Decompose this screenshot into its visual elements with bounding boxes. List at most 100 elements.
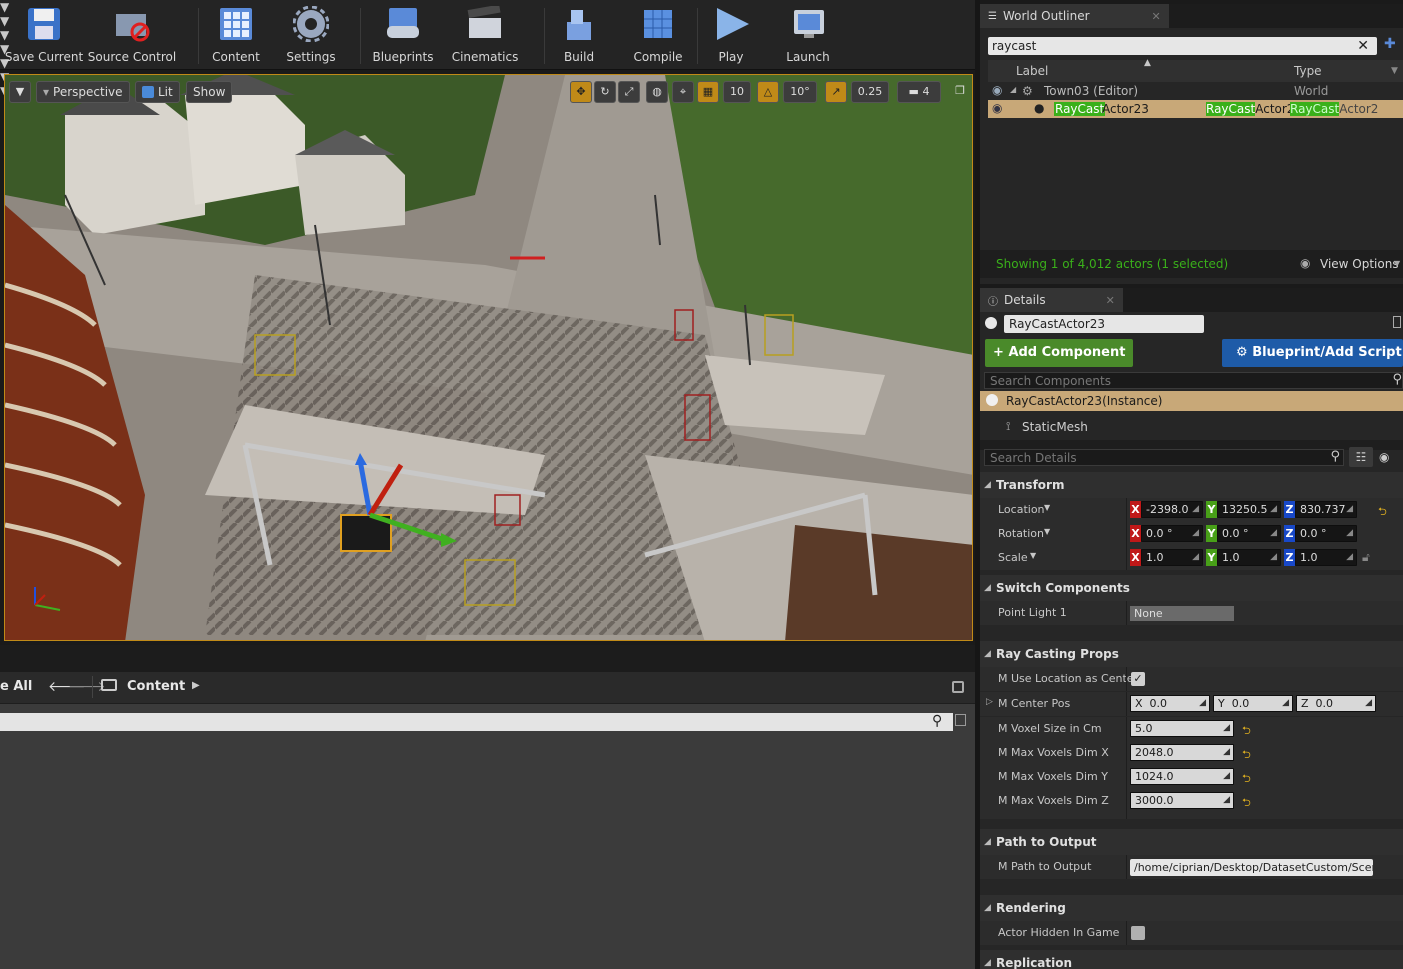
compile-cube-icon [640,6,676,42]
outliner-search-input[interactable]: raycast ✕ [988,37,1377,55]
actor-name-field[interactable]: RayCastActor23 [1004,315,1204,333]
cinematics-button[interactable]: Cinematics [452,4,518,66]
save-search-icon[interactable] [955,714,966,726]
max-voxels-z-field[interactable]: 3000.0 ◢ [1130,792,1234,809]
rotation-x-field[interactable]: 0.0 ° ◢ [1141,525,1203,542]
path-chevron-icon[interactable]: ▶ [192,680,200,691]
location-z-field[interactable]: 830.737 ◢ [1295,501,1357,518]
level-viewport[interactable]: ▼ ▾ Perspective Lit Show ✥ ↻ ⤢ ◍ ⌖ ▦ 10 … [4,74,973,641]
close-icon[interactable]: ✕ [1106,294,1115,307]
actor-hidden-checkbox[interactable] [1131,926,1145,940]
rotate-mode-button[interactable]: ↻ [594,81,616,103]
reset-to-default-icon[interactable]: ⮌ [1242,746,1251,765]
max-voxels-x-field[interactable]: 2048.0 ◢ [1130,744,1234,761]
lit-button[interactable]: Lit [135,81,180,103]
component-instance-row[interactable]: RayCastActor23(Instance) [980,391,1403,411]
grid-snap-toggle[interactable]: ▦ [697,81,719,103]
rotation-z-field[interactable]: 0.0 ° ◢ [1295,525,1357,542]
search-components-input[interactable]: Search Components ⚲ [984,372,1403,389]
eye-icon[interactable]: ◉ [992,101,1002,115]
translate-mode-button[interactable]: ✥ [570,81,592,103]
section-transform[interactable]: ◢ Transform [980,472,1403,498]
forward-arrow-icon[interactable]: 🡒 [68,678,106,695]
save-current-button[interactable]: Save Current [5,6,83,66]
path-content-crumb[interactable]: Content [127,679,185,694]
visibility-eye-icon[interactable]: ◉ [1379,450,1389,464]
settings-button[interactable]: Settings [284,5,338,66]
blueprint-add-script-button[interactable]: ⚙ Blueprint/Add Script [1222,339,1403,367]
content-search-input[interactable] [0,713,953,731]
reset-to-default-icon[interactable]: ⮌ [1242,722,1251,741]
tab-world-outliner[interactable]: ☰ World Outliner ✕ [980,4,1169,28]
voxel-size-field[interactable]: 5.0 ◢ [1130,720,1234,737]
clapperboard-icon [467,4,503,42]
panel-splitter[interactable] [975,0,980,969]
path-to-output-field[interactable]: /home/ciprian/Desktop/DatasetCustom/Scen… [1130,859,1373,876]
camera-speed-button[interactable]: ▬ 4 [897,81,941,103]
perspective-button[interactable]: ▾ Perspective [36,81,130,103]
col-type[interactable]: Type [1294,64,1322,78]
add-actor-icon[interactable]: ✚ [1384,36,1396,52]
location-x-field[interactable]: -2398.0 ◢ [1141,501,1203,518]
center-pos-z-field[interactable]: Z 0.0 ◢ [1296,695,1376,712]
lock-icon[interactable] [952,681,964,693]
section-replication[interactable]: ◢ Replication [980,950,1403,969]
section-rendering[interactable]: ◢ Rendering [980,895,1403,921]
eye-icon[interactable]: ◉ [992,83,1002,97]
column-dropdown-icon[interactable]: ▼ [1391,66,1398,76]
compile-button[interactable]: Compile [632,6,684,66]
reset-to-default-icon[interactable]: ⮌ [1242,794,1251,813]
expand-triangle-icon[interactable]: ▷ [986,697,993,707]
point-light-select[interactable]: None [1130,606,1234,621]
clear-search-icon[interactable]: ✕ [1357,37,1369,55]
rotation-snap-value[interactable]: 10° [783,81,817,103]
static-mesh-component-row[interactable]: ⟟ StaticMesh [980,416,1403,438]
launch-button[interactable]: Launch [785,6,831,66]
center-pos-x-field[interactable]: X 0.0 ◢ [1130,695,1210,712]
scale-x-field[interactable]: 1.0 ◢ [1141,549,1203,566]
outliner-row-raycastactor23[interactable]: ◉ ● RayCast Actor23 RayCastActor2 RayCas… [988,100,1403,118]
section-ray-casting-props[interactable]: ◢ Ray Casting Props [980,641,1403,667]
search-icon: ⚲ [1330,449,1340,464]
tab-details[interactable]: ⓘ Details ✕ [980,288,1123,312]
list-view-icon[interactable]: ☷ [1349,447,1373,467]
source-control-button[interactable]: Source Control [88,6,176,66]
lock-ratio-icon[interactable]: 🔓︎ [1362,550,1370,565]
section-switch-components[interactable]: ◢ Switch Components [980,575,1403,601]
close-icon[interactable]: ✕ [1152,10,1161,23]
show-button[interactable]: Show [186,81,233,103]
use-location-checkbox[interactable]: ✓ [1131,672,1145,686]
folder-icon [101,679,117,691]
lock-icon[interactable] [1393,316,1401,328]
play-button[interactable]: Play [708,6,754,66]
reset-to-default-icon[interactable]: ⮌ [1242,770,1251,789]
reset-to-default-icon[interactable]: ⮌ [1378,503,1387,522]
rotation-snap-toggle[interactable]: △ [757,81,779,103]
scale-z-field[interactable]: 1.0 ◢ [1295,549,1357,566]
section-path-to-output[interactable]: ◢ Path to Output [980,829,1403,855]
surface-snap-button[interactable]: ⌖ [672,81,694,103]
location-y-field[interactable]: 13250.5 ◢ [1217,501,1281,518]
content-button[interactable]: Content [210,6,262,66]
view-options-button[interactable]: View Options [1320,257,1399,271]
center-pos-y-field[interactable]: Y 0.0 ◢ [1213,695,1293,712]
max-voxels-y-field[interactable]: 1024.0 ◢ [1130,768,1234,785]
blueprints-button[interactable]: Blueprints [372,6,434,66]
scale-snap-value[interactable]: 0.25 [851,81,889,103]
scale-mode-button[interactable]: ⤢ [618,81,640,103]
scale-snap-toggle[interactable]: ↗ [825,81,847,103]
chevron-down-icon[interactable]: ▼ [1394,259,1400,268]
col-label[interactable]: Label [1016,64,1048,78]
scale-y-field[interactable]: 1.0 ◢ [1217,549,1281,566]
add-component-button[interactable]: + Add Component ▼ [985,339,1133,387]
expand-triangle-icon[interactable]: ◢ [1010,85,1016,94]
outliner-row-town03[interactable]: ◉ ◢ ⚙ Town03 (Editor) World [988,82,1403,100]
build-button[interactable]: Build [557,6,601,66]
search-details-input[interactable]: Search Details ⚲ [984,449,1344,466]
world-local-button[interactable]: ◍ [646,81,668,103]
save-all-button[interactable]: e All [0,679,32,694]
viewport-options-button[interactable]: ▼ [9,81,31,103]
maximize-viewport-button[interactable]: ❐ [949,81,971,103]
grid-snap-value[interactable]: 10 [723,81,751,103]
rotation-y-field[interactable]: 0.0 ° ◢ [1217,525,1281,542]
